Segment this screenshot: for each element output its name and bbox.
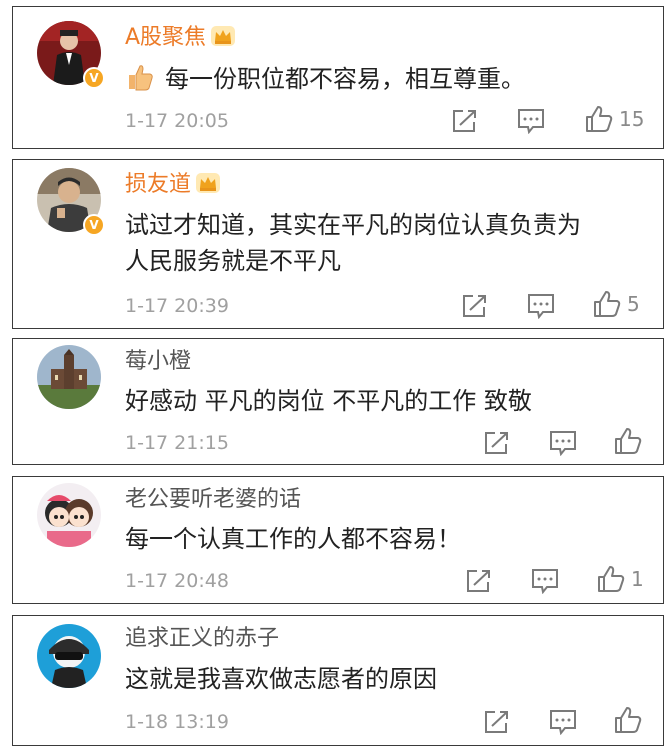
comment-text: 每一份职位都不容易，相互尊重。: [125, 61, 645, 97]
username[interactable]: 追求正义的赤子: [125, 625, 279, 653]
comment-text: 好感动 平凡的岗位 不平凡的工作 致敬: [125, 387, 532, 415]
timestamp: 1-17 20:39: [125, 295, 229, 317]
share-button[interactable]: [461, 291, 489, 321]
crown-icon: [196, 173, 221, 193]
like-button[interactable]: [614, 705, 648, 735]
like-icon: [586, 106, 613, 132]
username[interactable]: A股聚焦: [125, 24, 236, 52]
comment-icon: [518, 109, 544, 134]
username[interactable]: 老公要听老婆的话: [125, 486, 301, 514]
comment-button[interactable]: [527, 291, 555, 321]
comment-text: 这就是我喜欢做志愿者的原因: [125, 665, 437, 693]
comment-card: 莓小橙 好感动 平凡的岗位 不平凡的工作 致敬 1-17 21:15: [12, 338, 664, 465]
comment-icon: [550, 710, 576, 735]
avatar[interactable]: [37, 345, 101, 409]
comment-card: V 损友道 试过才知道，其实在平凡的岗位认真负责为 人民服务就是不平凡 1-17…: [12, 159, 664, 329]
share-button[interactable]: [465, 566, 493, 596]
username[interactable]: 损友道: [125, 171, 221, 199]
share-icon: [463, 295, 486, 317]
share-button[interactable]: [483, 428, 511, 458]
like-button[interactable]: 15: [585, 104, 644, 134]
timestamp: 1-17 20:48: [125, 570, 229, 592]
share-icon: [453, 110, 476, 132]
share-icon: [485, 711, 508, 733]
timestamp: 1-18 13:19: [125, 711, 229, 733]
username[interactable]: 莓小橙: [125, 348, 191, 376]
thumbs-up-emoji-icon: [129, 65, 153, 91]
like-button[interactable]: 5: [593, 289, 640, 319]
like-icon: [598, 566, 625, 592]
avatar[interactable]: [37, 483, 101, 547]
timestamp: 1-17 21:15: [125, 432, 229, 454]
comment-icon: [532, 569, 558, 594]
comment-text-line: 人民服务就是不平凡: [125, 247, 341, 275]
comment-icon: [550, 431, 576, 456]
comment-card: 追求正义的赤子 这就是我喜欢做志愿者的原因 1-18 13:19: [12, 615, 664, 746]
share-button[interactable]: [483, 707, 511, 737]
comment-text-line: 试过才知道，其实在平凡的岗位认真负责为: [125, 211, 581, 239]
timestamp: 1-17 20:05: [125, 110, 229, 132]
verified-badge: V: [83, 214, 105, 236]
like-count: 5: [627, 292, 640, 316]
like-count: 15: [619, 107, 645, 131]
comment-button[interactable]: [549, 428, 577, 458]
like-button[interactable]: 1: [597, 564, 644, 594]
comment-button[interactable]: [517, 106, 545, 136]
share-button[interactable]: [451, 106, 479, 136]
like-count: 1: [631, 567, 644, 591]
like-button[interactable]: [614, 426, 648, 456]
like-icon: [615, 707, 642, 733]
comment-card: V A股聚焦 每一份职位都不容易，相互尊重。 1-17 20:05 15: [12, 6, 664, 149]
share-icon: [467, 570, 490, 592]
comment-text: 每一个认真工作的人都不容易！: [125, 525, 461, 553]
crown-icon: [211, 26, 236, 46]
comment-button[interactable]: [549, 707, 577, 737]
avatar[interactable]: [37, 624, 101, 688]
comment-icon: [528, 294, 554, 319]
share-icon: [485, 432, 508, 454]
like-icon: [594, 291, 621, 317]
comment-button[interactable]: [531, 566, 559, 596]
comment-card: 老公要听老婆的话 每一个认真工作的人都不容易！ 1-17 20:48 1: [12, 476, 664, 604]
verified-badge: V: [83, 67, 105, 89]
like-icon: [615, 428, 642, 454]
comment-text: 试过才知道，其实在平凡的岗位认真负责为 人民服务就是不平凡: [125, 207, 645, 279]
